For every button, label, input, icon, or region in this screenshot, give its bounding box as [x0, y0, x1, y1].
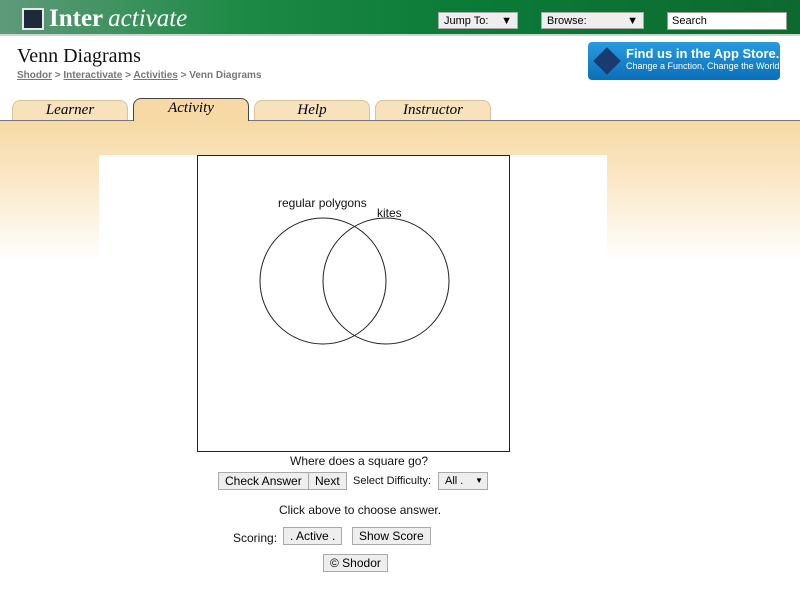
chevron-down-icon: ▼ — [501, 14, 512, 27]
show-score-button[interactable]: Show Score — [352, 527, 431, 545]
logo-icon — [22, 8, 44, 30]
app-store-line2: Change a Function, Change the World — [626, 61, 780, 71]
tab-learner[interactable]: Learner — [12, 100, 128, 120]
right-circle-label: kites — [377, 206, 402, 220]
interactivate-logo[interactable]: Inter activate — [22, 5, 187, 33]
check-answer-button[interactable]: Check Answer — [218, 472, 309, 490]
chevron-down-icon: ▼ — [627, 14, 638, 27]
browse-select[interactable]: Browse: ▼ — [541, 12, 644, 29]
breadcrumb-interactivate[interactable]: Interactivate — [63, 70, 122, 81]
separator: > — [54, 70, 61, 81]
shodor-copyright-button[interactable]: © Shodor — [323, 554, 388, 572]
separator: > — [125, 70, 131, 81]
app-store-banner[interactable]: Find us in the App Store. Change a Funct… — [588, 42, 780, 80]
browse-label: Browse: — [547, 14, 587, 27]
jump-to-label: Jump To: — [444, 14, 489, 27]
breadcrumb: Shodor > Interactivate > Activities > Ve… — [17, 70, 262, 81]
breadcrumb-activities[interactable]: Activities — [133, 70, 177, 81]
difficulty-label: Select Difficulty: — [353, 475, 432, 487]
logo-main: Inter — [49, 5, 104, 32]
breadcrumb-current: Venn Diagrams — [189, 70, 262, 81]
separator: > — [180, 70, 187, 81]
app-store-line1: Find us in the App Store. — [626, 46, 780, 61]
tab-activity[interactable]: Activity — [133, 98, 249, 121]
top-bar: Inter activate Jump To: ▼ Browse: ▼ Search — [0, 0, 800, 36]
scoring-label: Scoring: — [233, 531, 278, 545]
difficulty-select[interactable]: All . ▼ — [438, 472, 488, 490]
scoring-active-button[interactable]: . Active . — [283, 527, 343, 545]
logo-italic: activate — [108, 5, 188, 32]
left-circle-label: regular polygons — [278, 196, 367, 210]
next-button[interactable]: Next — [308, 472, 347, 490]
hint-text: Click above to choose answer. — [279, 503, 442, 517]
question-text: Where does a square go? — [290, 454, 429, 468]
app-logo-icon — [593, 47, 621, 75]
breadcrumb-shodor[interactable]: Shodor — [17, 70, 52, 81]
chevron-down-icon: ▼ — [475, 476, 483, 485]
venn-diagram-canvas[interactable]: regular polygons kites — [197, 155, 510, 452]
page-title: Venn Diagrams — [17, 45, 141, 67]
jump-to-select[interactable]: Jump To: ▼ — [438, 12, 518, 29]
difficulty-value: All . — [445, 475, 464, 487]
tab-instructor[interactable]: Instructor — [375, 100, 491, 120]
search-input[interactable]: Search — [667, 12, 787, 30]
tab-help[interactable]: Help — [254, 100, 370, 120]
